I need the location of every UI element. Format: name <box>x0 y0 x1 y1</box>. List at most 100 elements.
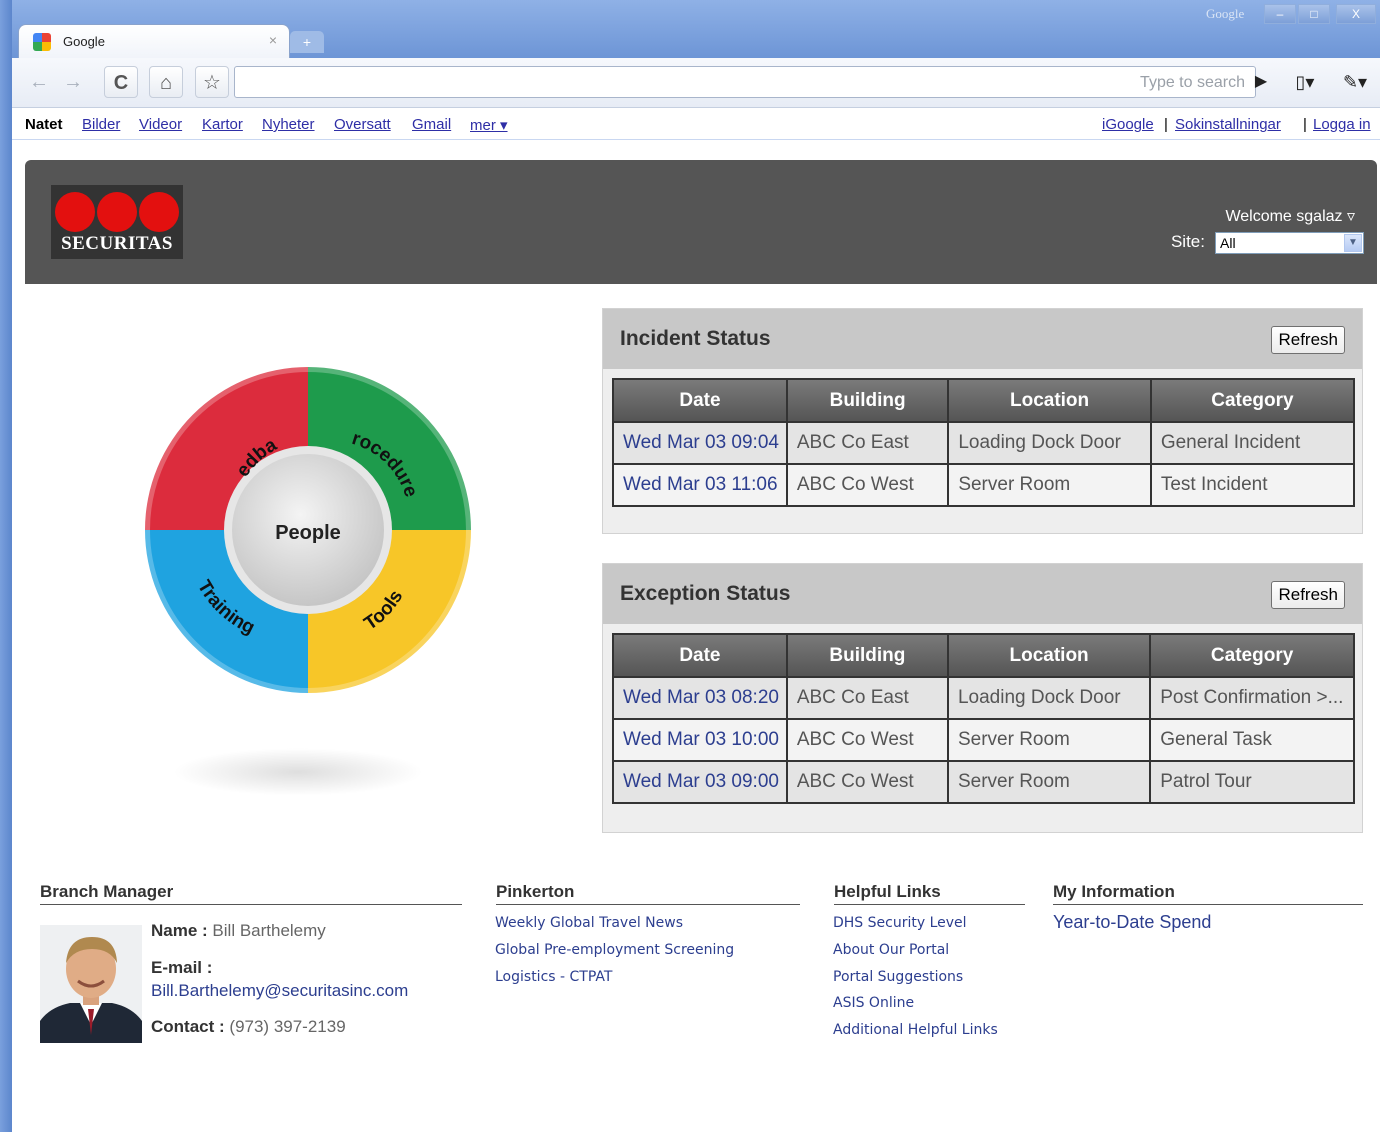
go-icon[interactable]: ▶ <box>1244 66 1278 98</box>
gbar-link-settings[interactable]: Sokinstallningar <box>1175 116 1281 133</box>
gbar-link-nyheter[interactable]: Nyheter <box>262 116 315 133</box>
gbar-link-gmail[interactable]: Gmail <box>412 116 451 133</box>
exception-status-panel: Exception Status Refresh Date Building L… <box>602 563 1363 833</box>
building-cell: ABC Co West <box>785 463 950 507</box>
exception-refresh-button[interactable]: Refresh <box>1271 581 1345 609</box>
tab-close-icon[interactable]: × <box>269 32 277 48</box>
manager-email-link[interactable]: Bill.Barthelemy@securitasinc.com <box>151 981 408 1001</box>
date-link[interactable]: Wed Mar 03 08:20 <box>612 676 788 720</box>
manager-phone: (973) 397-2139 <box>229 1017 346 1036</box>
table-row[interactable]: Wed Mar 03 09:04 ABC Co East Loading Doc… <box>612 421 1356 465</box>
column-header-category[interactable]: Category <box>1149 633 1355 678</box>
helpful-link-about-portal[interactable]: About Our Portal <box>833 942 949 958</box>
incident-status-title: Incident Status <box>620 327 771 350</box>
location-cell: Server Room <box>946 760 1152 804</box>
pinkerton-link-ctpat[interactable]: Logistics - CTPAT <box>495 969 612 985</box>
pinkerton-title: Pinkerton <box>496 882 800 905</box>
logo-dot <box>139 192 179 232</box>
search-placeholder: Type to search <box>1140 74 1245 91</box>
back-icon[interactable]: ← <box>22 66 56 98</box>
omnibox-input[interactable]: Type to search <box>234 66 1256 98</box>
manager-photo <box>40 925 142 1043</box>
helpful-link-asis[interactable]: ASIS Online <box>833 995 914 1011</box>
wrench-icon[interactable]: ✎▾ <box>1338 66 1372 98</box>
logo-dot <box>97 192 137 232</box>
table-header-row: Date Building Location Category <box>612 633 1355 678</box>
date-link[interactable]: Wed Mar 03 09:04 <box>612 421 788 465</box>
gbar-link-videor[interactable]: Videor <box>139 116 182 133</box>
gbar-link-igoogle[interactable]: iGoogle <box>1102 116 1154 133</box>
star-icon[interactable]: ☆ <box>195 66 229 98</box>
manager-contact-row: Contact : (973) 397-2139 <box>151 1017 346 1037</box>
table-row[interactable]: Wed Mar 03 11:06 ABC Co West Server Room… <box>612 463 1356 507</box>
browser-tab[interactable]: Google × <box>18 24 290 58</box>
logo-dot <box>55 192 95 232</box>
gbar-link-bilder[interactable]: Bilder <box>82 116 120 133</box>
my-information-section: My Information <box>1053 882 1363 905</box>
column-header-date[interactable]: Date <box>612 378 788 423</box>
incident-table: Date Building Location Category Wed Mar … <box>612 378 1356 507</box>
location-cell: Loading Dock Door <box>946 676 1152 720</box>
category-cell: General Task <box>1149 718 1355 762</box>
gbar-link-kartor[interactable]: Kartor <box>202 116 243 133</box>
location-cell: Server Room <box>946 718 1152 762</box>
helpful-link-dhs[interactable]: DHS Security Level <box>833 915 967 931</box>
column-header-location[interactable]: Location <box>947 378 1152 423</box>
close-window-button[interactable]: X <box>1336 4 1376 24</box>
site-select[interactable]: All ▼ <box>1215 232 1364 254</box>
column-header-date[interactable]: Date <box>612 633 788 678</box>
welcome-user-menu[interactable]: Welcome sgalaz ▿ <box>1225 206 1355 226</box>
reload-icon[interactable]: C <box>104 66 138 98</box>
home-icon[interactable]: ⌂ <box>149 66 183 98</box>
category-cell: Post Confirmation >... <box>1149 676 1355 720</box>
chevron-down-icon[interactable]: ▼ <box>1344 234 1362 252</box>
pinkerton-link-travel-news[interactable]: Weekly Global Travel News <box>495 915 683 931</box>
building-cell: ABC Co West <box>785 718 949 762</box>
date-link[interactable]: Wed Mar 03 09:00 <box>612 760 788 804</box>
incident-refresh-button[interactable]: Refresh <box>1271 326 1345 354</box>
column-header-building[interactable]: Building <box>785 378 950 423</box>
pinkerton-link-screening[interactable]: Global Pre-employment Screening <box>495 942 734 958</box>
wheel-shadow <box>172 748 424 796</box>
date-link[interactable]: Wed Mar 03 11:06 <box>612 463 788 507</box>
category-cell: Test Incident <box>1149 463 1356 507</box>
ytd-spend-link[interactable]: Year-to-Date Spend <box>1053 912 1211 933</box>
google-bar: Natet Bilder Videor Kartor Nyheter Overs… <box>12 108 1380 140</box>
pinkerton-section: Pinkerton <box>496 882 800 905</box>
manager-name: Bill Barthelemy <box>212 921 326 940</box>
column-header-location[interactable]: Location <box>946 633 1152 678</box>
email-label: E-mail : <box>151 958 213 977</box>
maximize-button[interactable]: □ <box>1298 4 1330 24</box>
date-link[interactable]: Wed Mar 03 10:00 <box>612 718 788 762</box>
securitas-logo[interactable]: SECURITAS <box>51 185 183 259</box>
helpful-link-additional[interactable]: Additional Helpful Links <box>833 1022 998 1038</box>
gbar-separator: | <box>1164 116 1168 133</box>
column-header-building[interactable]: Building <box>785 633 949 678</box>
location-cell: Server Room <box>947 463 1152 507</box>
wheel-center-label: People <box>275 522 341 544</box>
page-menu-icon[interactable]: ▯▾ <box>1288 66 1322 98</box>
incident-panel-header: Incident Status Refresh <box>603 309 1362 369</box>
tab-title: Google <box>63 34 105 49</box>
table-row[interactable]: Wed Mar 03 09:00 ABC Co West Server Room… <box>612 760 1355 804</box>
forward-icon[interactable]: → <box>56 66 90 98</box>
helpful-link-suggestions[interactable]: Portal Suggestions <box>833 969 963 985</box>
exception-status-title: Exception Status <box>620 582 791 605</box>
minimize-button[interactable]: – <box>1264 4 1296 24</box>
building-cell: ABC Co East <box>785 421 950 465</box>
category-cell: General Incident <box>1149 421 1356 465</box>
building-cell: ABC Co East <box>785 676 949 720</box>
new-tab-button[interactable]: + <box>290 31 324 53</box>
gbar-separator: | <box>1303 116 1307 133</box>
gbar-link-login[interactable]: Logga in <box>1313 116 1371 133</box>
navigation-wheel: People Feedback Procedures Tools Trainin… <box>130 352 476 698</box>
helpful-links-section: Helpful Links <box>834 882 1025 905</box>
table-row[interactable]: Wed Mar 03 08:20 ABC Co East Loading Doc… <box>612 676 1355 720</box>
manager-name-row: Name : Bill Barthelemy <box>151 921 326 941</box>
helpful-links-title: Helpful Links <box>834 882 1025 905</box>
email-label-row: E-mail : <box>151 958 212 978</box>
table-row[interactable]: Wed Mar 03 10:00 ABC Co West Server Room… <box>612 718 1355 762</box>
gbar-link-oversatt[interactable]: Oversatt <box>334 116 391 133</box>
gbar-link-more[interactable]: mer ▾ <box>470 116 508 134</box>
column-header-category[interactable]: Category <box>1149 378 1356 423</box>
